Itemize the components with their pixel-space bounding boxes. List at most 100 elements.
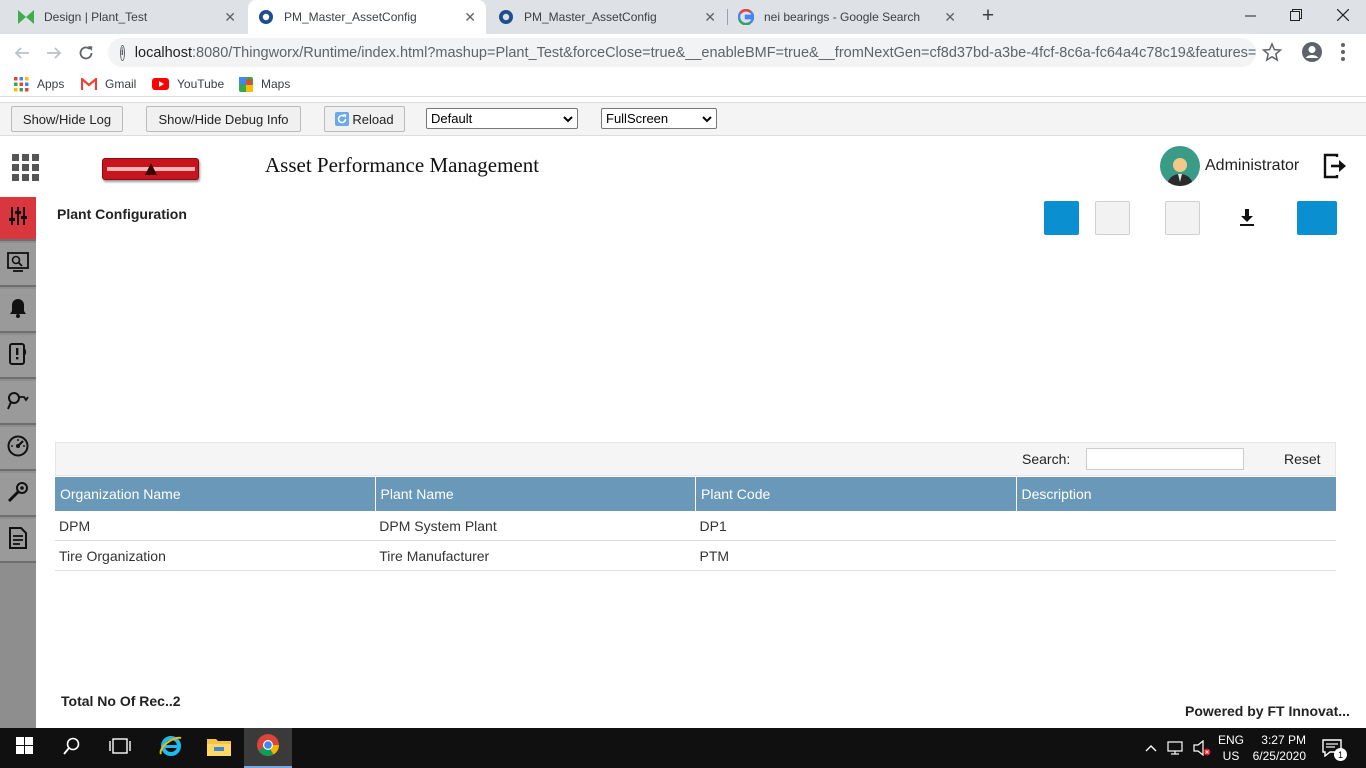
- apps-grid-icon: [14, 76, 29, 92]
- sidebar-item-maintenance[interactable]: [0, 473, 36, 517]
- grid-header: Organization Name Plant Name Plant Code …: [55, 477, 1336, 511]
- app-menu-grid-icon[interactable]: [12, 154, 40, 182]
- bookmark-label: Gmail: [105, 77, 137, 91]
- logout-icon[interactable]: [1323, 153, 1347, 179]
- sidebar-item-monitoring[interactable]: [0, 243, 36, 287]
- thingworx-design-icon: [18, 9, 34, 25]
- sidebar-item-alerts[interactable]: [0, 289, 36, 333]
- task-view-icon: [109, 737, 131, 759]
- close-icon[interactable]: ✕: [944, 9, 956, 26]
- sensor-probe-icon: [7, 390, 29, 415]
- reload-page-icon[interactable]: [73, 40, 99, 66]
- column-header-description[interactable]: Description: [1017, 477, 1337, 511]
- taskbar-chrome[interactable]: [244, 728, 292, 768]
- taskbar-search-button[interactable]: [48, 728, 96, 768]
- tab-label: PM_Master_AssetConfig: [284, 10, 417, 24]
- close-icon[interactable]: ✕: [704, 9, 716, 26]
- bookmark-star-icon[interactable]: [1261, 42, 1283, 62]
- bookmark-maps[interactable]: Maps: [239, 75, 290, 93]
- system-tray: [1145, 728, 1219, 768]
- toolbar-button-2[interactable]: [1095, 201, 1130, 235]
- wrench-icon: [7, 481, 29, 508]
- phone-alert-icon: [8, 342, 28, 370]
- sidebar-item-notifications[interactable]: [0, 335, 36, 379]
- menu-kebab-icon[interactable]: [1337, 42, 1349, 62]
- clock[interactable]: 3:27 PM 6/25/2020: [1226, 728, 1306, 768]
- url-host: localhost: [134, 44, 193, 61]
- cell-organization-name: Tire Organization: [59, 547, 166, 564]
- search-input[interactable]: [1086, 448, 1244, 470]
- show-hide-debug-info-button[interactable]: Show/Hide Debug Info: [146, 106, 301, 132]
- sliders-icon: [8, 206, 28, 231]
- download-icon[interactable]: [1236, 206, 1258, 228]
- column-header-plant-code[interactable]: Plant Code: [696, 477, 1017, 511]
- task-view-button[interactable]: [96, 728, 144, 768]
- powered-by: Powered by FT Innovat...: [1185, 703, 1350, 719]
- reload-button[interactable]: Reload: [324, 106, 405, 132]
- bell-icon: [9, 298, 27, 323]
- table-row[interactable]: Tire Organization Tire Manufacturer PTM: [55, 541, 1336, 571]
- clock-time: 3:27 PM: [1261, 733, 1306, 747]
- clock-date: 6/25/2020: [1252, 749, 1306, 763]
- url-path: :8080/Thingworx/Runtime/index.html?mashu…: [192, 44, 1256, 61]
- close-icon[interactable]: ✕: [464, 9, 476, 26]
- tab-google-search[interactable]: nei bearings - Google Search ✕: [728, 0, 966, 34]
- bookmark-label: Maps: [261, 77, 291, 91]
- new-tab-button[interactable]: +: [976, 4, 1000, 28]
- chevron-up-icon[interactable]: [1145, 744, 1157, 752]
- bookmark-label: Apps: [37, 77, 65, 91]
- sidebar-item-reports[interactable]: [0, 519, 36, 563]
- table-row[interactable]: DPM DPM System Plant DP1: [55, 511, 1336, 541]
- show-hide-log-button[interactable]: Show/Hide Log: [11, 106, 123, 132]
- minimize-button[interactable]: [1227, 0, 1273, 30]
- sidebar-item-dashboard[interactable]: [0, 427, 36, 471]
- toolbar-button-primary-1[interactable]: [1044, 201, 1079, 235]
- bookmark-gmail[interactable]: Gmail: [81, 75, 136, 93]
- reset-button[interactable]: Reset: [1284, 451, 1321, 467]
- address-bar[interactable]: i localhost:8080/Thingworx/Runtime/index…: [108, 38, 1256, 67]
- app-title: Asset Performance Management: [265, 153, 540, 177]
- close-window-button[interactable]: [1320, 0, 1366, 30]
- tab-label: Design | Plant_Test: [44, 10, 148, 24]
- profile-icon[interactable]: [1301, 41, 1323, 63]
- notification-icon: 1: [1322, 739, 1347, 761]
- theme-select[interactable]: Default: [426, 108, 578, 129]
- bookmark-youtube[interactable]: YouTube: [152, 75, 224, 93]
- sidebar-item-configuration[interactable]: [0, 197, 36, 241]
- user-avatar[interactable]: [1160, 146, 1200, 186]
- bookmark-apps[interactable]: Apps: [14, 75, 64, 93]
- youtube-icon: [152, 78, 169, 90]
- chrome-icon: [256, 733, 280, 762]
- tab-label: PM_Master_AssetConfig: [524, 10, 657, 24]
- mode-select[interactable]: FullScreen: [601, 108, 717, 129]
- theme-select-value: Default: [431, 111, 473, 126]
- back-arrow-icon[interactable]: [9, 40, 35, 66]
- gmail-icon: [81, 78, 97, 90]
- taskbar-internet-explorer[interactable]: [147, 728, 195, 768]
- notification-count: 1: [1334, 748, 1347, 761]
- gauge-icon: [7, 435, 29, 462]
- column-header-organization-name[interactable]: Organization Name: [55, 477, 376, 511]
- document-icon: [9, 526, 27, 554]
- network-icon[interactable]: [1167, 741, 1183, 755]
- start-button[interactable]: [0, 728, 48, 768]
- sidebar-item-sensors[interactable]: [0, 381, 36, 425]
- info-icon[interactable]: i: [120, 44, 125, 61]
- column-header-plant-name[interactable]: Plant Name: [376, 477, 696, 511]
- close-icon[interactable]: ✕: [224, 9, 236, 26]
- cell-organization-name: DPM: [59, 517, 91, 534]
- taskbar-file-explorer[interactable]: [195, 728, 243, 768]
- action-center-button[interactable]: 1: [1322, 728, 1347, 768]
- tab-pm-master-assetconfig-active[interactable]: PM_Master_AssetConfig ✕: [248, 0, 486, 34]
- forward-arrow-icon[interactable]: [41, 40, 67, 66]
- plant-grid: Organization Name Plant Name Plant Code …: [55, 477, 1336, 571]
- restore-button[interactable]: [1273, 0, 1319, 30]
- logo-mark-icon: [106, 163, 195, 175]
- username[interactable]: Administrator: [1205, 157, 1299, 175]
- tab-pm-master-assetconfig[interactable]: PM_Master_AssetConfig ✕: [488, 0, 726, 34]
- tab-design-plant-test[interactable]: Design | Plant_Test ✕: [8, 0, 246, 34]
- toolbar-button-primary-2[interactable]: [1297, 201, 1337, 235]
- maps-icon: [239, 76, 253, 92]
- toolbar-button-3[interactable]: [1165, 201, 1200, 235]
- speaker-muted-icon[interactable]: [1193, 740, 1211, 756]
